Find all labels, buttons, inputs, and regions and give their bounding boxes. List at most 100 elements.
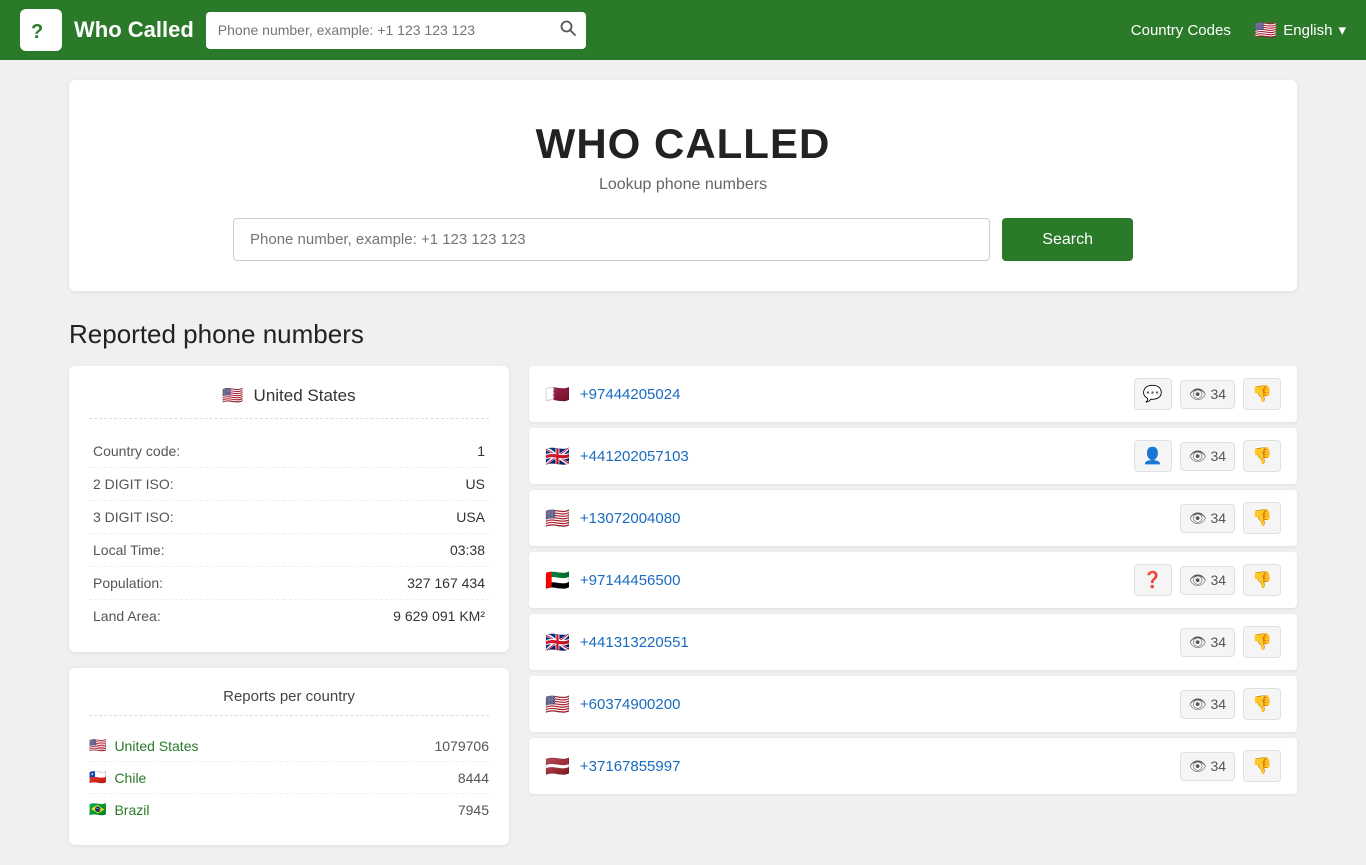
person-icon-button[interactable]: 👤 — [1134, 440, 1172, 472]
phone-list-item: 🇬🇧 +441202057103 👤 👁 34 👎 — [529, 428, 1297, 484]
phone-number-link[interactable]: +97444205024 — [580, 386, 681, 403]
hero-subtitle: Lookup phone numbers — [89, 176, 1277, 194]
view-count: 34 — [1211, 510, 1227, 526]
thumbs-down-button[interactable]: 👎 — [1243, 502, 1281, 534]
phone-number-link[interactable]: +37167855997 — [580, 758, 681, 775]
phone-list-item: 🇬🇧 +441313220551 👁 34 👎 — [529, 614, 1297, 670]
country-link[interactable]: United States — [114, 738, 198, 754]
view-count: 34 — [1211, 448, 1227, 464]
phone-item-left: 🇺🇸 +13072004080 — [545, 506, 680, 531]
thumbs-down-button[interactable]: 👎 — [1243, 750, 1281, 782]
country-card-header: 🇺🇸 United States — [89, 386, 489, 419]
navbar-search-input[interactable] — [206, 14, 550, 46]
eye-icon: 👁 — [1189, 510, 1207, 527]
table-row: Local Time: 03:38 — [89, 534, 489, 567]
view-count: 34 — [1211, 696, 1227, 712]
reports-country-left: 🇺🇸 United States — [89, 737, 199, 754]
country-info-card: 🇺🇸 United States Country code: 1 2 DIGIT… — [69, 366, 509, 652]
country-code-label: Country code: — [89, 435, 284, 468]
country-codes-link[interactable]: Country Codes — [1131, 22, 1231, 39]
thumbs-down-button[interactable]: 👎 — [1243, 378, 1281, 410]
navbar-right: Country Codes 🇺🇸 English ▾ — [1131, 20, 1346, 41]
phone-flag: 🇺🇸 — [545, 506, 570, 531]
land-area-label: Land Area: — [89, 600, 284, 633]
phone-flag: 🇬🇧 — [545, 444, 570, 469]
phone-flag: 🇦🇪 — [545, 568, 570, 593]
eye-icon: 👁 — [1189, 386, 1207, 403]
iso3-label: 3 DIGIT ISO: — [89, 501, 284, 534]
phone-item-right: 👤 👁 34 👎 — [1134, 440, 1281, 472]
eye-icon: 👁 — [1189, 758, 1207, 775]
language-flag: 🇺🇸 — [1255, 20, 1277, 41]
eye-icon: 👁 — [1189, 572, 1207, 589]
chat-icon-button[interactable]: 💬 — [1134, 378, 1172, 410]
local-time-label: Local Time: — [89, 534, 284, 567]
phone-number-list: 🇶🇦 +97444205024 💬 👁 34 👎 🇬🇧 +44120205710… — [529, 366, 1297, 794]
hero-search-row: Search — [233, 218, 1133, 261]
phone-list-item: 🇱🇻 +37167855997 👁 34 👎 — [529, 738, 1297, 794]
phone-item-left: 🇺🇸 +60374900200 — [545, 692, 680, 717]
reports-count: 8444 — [458, 770, 489, 786]
phone-number-link[interactable]: +441202057103 — [580, 448, 689, 465]
iso2-value: US — [284, 468, 489, 501]
eye-icon: 👁 — [1189, 696, 1207, 713]
phone-item-left: 🇶🇦 +97444205024 — [545, 382, 680, 407]
country-flag: 🇺🇸 — [222, 386, 243, 406]
thumbs-down-button[interactable]: 👎 — [1243, 688, 1281, 720]
table-row: Country code: 1 — [89, 435, 489, 468]
phone-list-item: 🇶🇦 +97444205024 💬 👁 34 👎 — [529, 366, 1297, 422]
eye-icon: 👁 — [1189, 634, 1207, 651]
site-logo: ? — [20, 9, 62, 51]
phone-number-link[interactable]: +60374900200 — [580, 696, 681, 713]
navbar-left: ? Who Called — [20, 9, 586, 51]
phone-item-right: 💬 👁 34 👎 — [1134, 378, 1281, 410]
reports-country-left: 🇨🇱 Chile — [89, 769, 146, 786]
question-icon-button[interactable]: ❓ — [1134, 564, 1172, 596]
views-badge: 👁 34 — [1180, 690, 1235, 719]
country-link[interactable]: Brazil — [114, 802, 149, 818]
hero-title: WHO CALLED — [89, 120, 1277, 168]
views-badge: 👁 34 — [1180, 566, 1235, 595]
phone-flag: 🇱🇻 — [545, 754, 570, 779]
country-code-value: 1 — [284, 435, 489, 468]
right-column: 🇶🇦 +97444205024 💬 👁 34 👎 🇬🇧 +44120205710… — [529, 366, 1297, 794]
language-label: English — [1283, 22, 1332, 39]
phone-item-right: 👁 34 👎 — [1180, 750, 1281, 782]
country-flag-icon: 🇧🇷 — [89, 801, 106, 818]
thumbs-down-button[interactable]: 👎 — [1243, 626, 1281, 658]
phone-flag: 🇬🇧 — [545, 630, 570, 655]
reports-list-item: 🇺🇸 United States 1079706 — [89, 730, 489, 762]
hero-search-button[interactable]: Search — [1002, 218, 1133, 261]
hero-card: WHO CALLED Lookup phone numbers Search — [69, 80, 1297, 291]
table-row: 2 DIGIT ISO: US — [89, 468, 489, 501]
table-row: Land Area: 9 629 091 KM² — [89, 600, 489, 633]
table-row: Population: 327 167 434 — [89, 567, 489, 600]
view-count: 34 — [1211, 758, 1227, 774]
language-selector[interactable]: 🇺🇸 English ▾ — [1255, 20, 1346, 41]
content-columns: 🇺🇸 United States Country code: 1 2 DIGIT… — [69, 366, 1297, 845]
phone-item-right: 👁 34 👎 — [1180, 502, 1281, 534]
site-name: Who Called — [74, 17, 194, 43]
country-info-table: Country code: 1 2 DIGIT ISO: US 3 DIGIT … — [89, 435, 489, 632]
views-badge: 👁 34 — [1180, 752, 1235, 781]
reports-country-left: 🇧🇷 Brazil — [89, 801, 149, 818]
phone-item-left: 🇦🇪 +97144456500 — [545, 568, 680, 593]
phone-number-link[interactable]: +441313220551 — [580, 634, 689, 651]
reports-per-country-title: Reports per country — [89, 688, 489, 716]
reports-country-list: 🇺🇸 United States 1079706 🇨🇱 Chile 8444 🇧… — [89, 730, 489, 825]
phone-list-item: 🇺🇸 +60374900200 👁 34 👎 — [529, 676, 1297, 732]
phone-item-right: ❓ 👁 34 👎 — [1134, 564, 1281, 596]
hero-search-input[interactable] — [233, 218, 990, 261]
reports-count: 7945 — [458, 802, 489, 818]
reports-list-item: 🇧🇷 Brazil 7945 — [89, 794, 489, 825]
phone-number-link[interactable]: +97144456500 — [580, 572, 681, 589]
country-link[interactable]: Chile — [114, 770, 146, 786]
land-area-value: 9 629 091 KM² — [284, 600, 489, 633]
view-count: 34 — [1211, 634, 1227, 650]
thumbs-down-button[interactable]: 👎 — [1243, 564, 1281, 596]
navbar-search-button[interactable] — [550, 12, 586, 49]
table-row: 3 DIGIT ISO: USA — [89, 501, 489, 534]
thumbs-down-button[interactable]: 👎 — [1243, 440, 1281, 472]
phone-list-item: 🇺🇸 +13072004080 👁 34 👎 — [529, 490, 1297, 546]
phone-number-link[interactable]: +13072004080 — [580, 510, 681, 527]
